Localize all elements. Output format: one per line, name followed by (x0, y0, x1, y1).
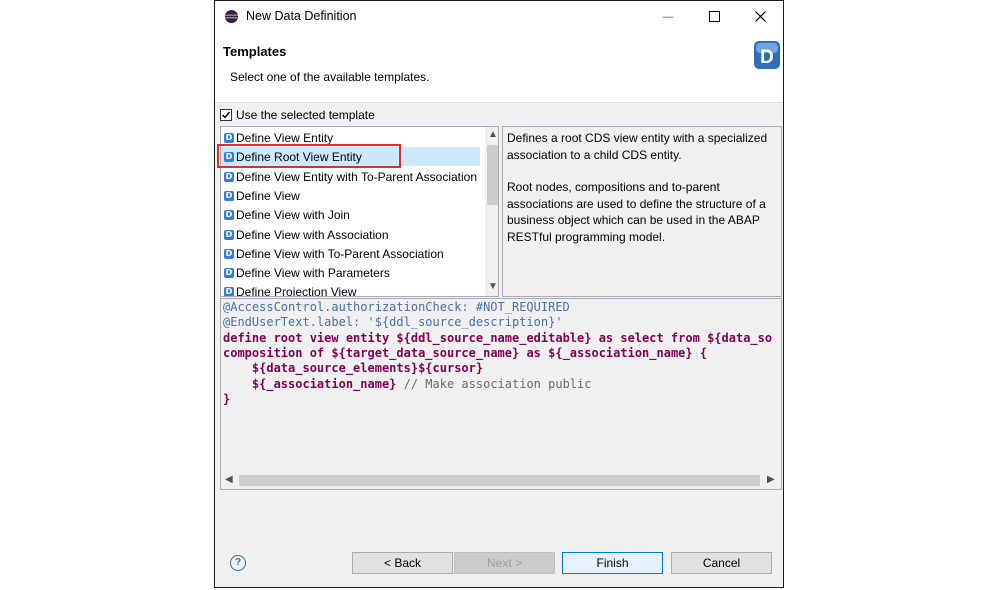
preview-horizontal-scrollbar[interactable]: ◀ ▶ (221, 472, 781, 489)
selection-highlight-annotation (217, 144, 401, 168)
template-icon: D (224, 132, 234, 143)
page-title: Templates (223, 44, 287, 59)
list-item[interactable]: D Define View (221, 186, 480, 205)
list-item-label: Define View Entity with To-Parent Associ… (236, 169, 478, 184)
data-definition-logo-icon: D (754, 41, 780, 69)
list-item[interactable]: D Define View with Parameters (221, 263, 480, 282)
template-preview[interactable]: @AccessControl.authorizationCheck: #NOT_… (220, 298, 782, 490)
maximize-icon (708, 11, 720, 22)
preview-scroll-thumb[interactable] (239, 475, 760, 486)
template-icon: D (224, 286, 234, 296)
scroll-left-icon[interactable]: ◀ (225, 474, 233, 485)
window-title: New Data Definition (246, 9, 357, 23)
list-scroll-thumb[interactable] (487, 145, 498, 205)
close-icon (754, 11, 766, 22)
template-icon: D (224, 190, 234, 201)
list-item-label: Define View with To-Parent Association (236, 246, 444, 261)
cancel-button[interactable]: Cancel (671, 552, 772, 574)
button-bar: ? < Back Next > Finish Cancel (215, 535, 783, 587)
list-item-label: Define Projection View (236, 284, 357, 297)
help-icon[interactable]: ? (230, 555, 246, 571)
minimize-button[interactable]: — (645, 1, 691, 32)
list-item-label: Define View with Parameters (236, 265, 390, 280)
list-item[interactable]: D Define View with To-Parent Association (221, 244, 480, 263)
use-template-row[interactable]: Use the selected template (220, 107, 375, 123)
template-description: Defines a root CDS view entity with a sp… (502, 126, 782, 297)
code-line-6: ${_association_name} // Make association… (223, 377, 592, 391)
maximize-button[interactable] (691, 1, 737, 32)
next-button[interactable]: Next > (454, 552, 555, 574)
scroll-right-icon[interactable]: ▶ (767, 474, 775, 485)
code-line-4: composition of ${target_data_source_name… (223, 346, 708, 360)
code-line-7: } (223, 392, 231, 406)
scroll-up-icon[interactable]: ▲ (488, 129, 498, 140)
code-line-3: define root view entity ${ddl_source_nam… (223, 331, 773, 345)
logo-letter: D (760, 47, 774, 68)
code-line-5: ${data_source_elements}${cursor} (223, 361, 484, 375)
new-data-definition-dialog: New Data Definition — Templates Select o… (214, 0, 784, 588)
list-item[interactable]: D Define Projection View (221, 282, 480, 297)
code-line-2: @EndUserText.label: '${ddl_source_descri… (223, 315, 563, 329)
scroll-down-icon[interactable]: ▼ (488, 281, 498, 292)
title-bar: New Data Definition — (215, 1, 783, 32)
template-icon: D (224, 248, 234, 259)
checkmark-icon (222, 111, 231, 119)
list-item-label: Define View Entity (236, 130, 334, 145)
page-description: Select one of the available templates. (230, 70, 430, 84)
list-item[interactable]: D Define View with Association (221, 225, 480, 244)
template-icon: D (224, 171, 234, 182)
back-button[interactable]: < Back (352, 552, 453, 574)
use-template-label: Use the selected template (236, 108, 375, 122)
use-template-checkbox[interactable] (220, 109, 232, 121)
list-item-label: Define View (236, 188, 300, 203)
description-paragraph-2: Root nodes, compositions and to-parent a… (507, 180, 766, 244)
template-icon: D (224, 209, 234, 220)
eclipse-app-icon (224, 9, 239, 24)
wizard-header: Templates Select one of the available te… (215, 32, 783, 103)
close-button[interactable] (737, 1, 783, 32)
code-line-1: @AccessControl.authorizationCheck: #NOT_… (223, 300, 570, 314)
list-item-label: Define View with Join (236, 207, 350, 222)
description-paragraph-1: Defines a root CDS view entity with a sp… (507, 131, 768, 162)
minimize-icon: — (662, 10, 674, 23)
list-item[interactable]: D Define View Entity with To-Parent Asso… (221, 167, 480, 186)
list-item-label: Define View with Association (236, 227, 389, 242)
template-icon: D (224, 267, 234, 278)
template-icon: D (224, 229, 234, 240)
list-item[interactable]: D Define View with Join (221, 205, 480, 224)
finish-button[interactable]: Finish (562, 552, 663, 574)
